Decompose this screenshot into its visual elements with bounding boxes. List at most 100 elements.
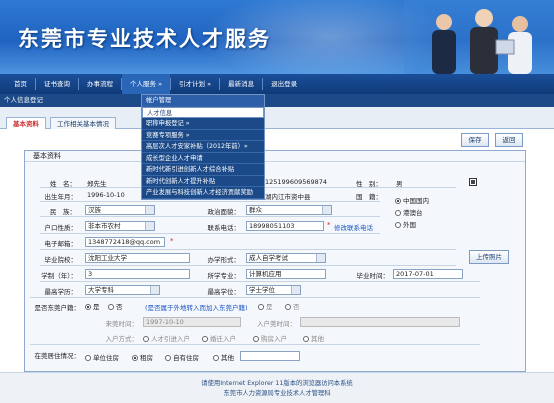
nationality-option-hk[interactable]: 港澳台	[395, 207, 423, 217]
back-button[interactable]: 返回	[495, 133, 523, 147]
banner-people-image	[404, 0, 554, 74]
school-input[interactable]: 沈阳工业大学	[85, 253, 190, 263]
method-label: 入户方式：	[105, 335, 139, 343]
nav-logout[interactable]: 退出登录	[263, 74, 305, 94]
photo-checkbox-icon[interactable]	[469, 178, 477, 186]
phone-label: 联系电话：	[207, 224, 241, 232]
tab-basic-info[interactable]: 基本资料	[6, 117, 46, 129]
nationality-option-china[interactable]: 中国国内	[395, 195, 429, 205]
menu-item-competition[interactable]: 竞赛专项服务 »	[142, 129, 264, 141]
breadcrumb: 个人信息登记	[0, 94, 554, 107]
nav-talent-plan[interactable]: 引才计划 »	[171, 74, 219, 94]
origin-value: 湖内江市资中县	[265, 193, 311, 201]
email-label: 电子邮箱：	[44, 240, 78, 248]
radio-icon	[395, 210, 401, 216]
length-input[interactable]: 3	[85, 269, 190, 279]
edu-label: 最高学历：	[44, 288, 78, 296]
ethnic-select[interactable]: 汉族	[85, 205, 155, 215]
major-input[interactable]: 计算机应用	[246, 269, 326, 279]
degree-select[interactable]: 学士学位	[246, 285, 301, 295]
inner-yes-radio[interactable]: 是	[258, 301, 273, 311]
residence-label: 在莞居住情况：	[34, 352, 81, 360]
hukou-label: 户口性质：	[44, 224, 78, 232]
personal-service-menu: 帐户管理 人才信息 职称申报登记 » 竞赛专项服务 » 高层次人才安家补贴（20…	[141, 94, 265, 200]
upload-photo-button[interactable]: 上传照片	[469, 250, 509, 264]
radio-icon	[213, 355, 219, 361]
phone-input[interactable]: 18998051103	[246, 221, 324, 231]
footer: 请使用Internet Explorer 11版本的浏览器访问本系统 东莞市人力…	[0, 372, 554, 403]
political-select[interactable]: 群众	[246, 205, 332, 215]
hukou-select[interactable]: 非本市农村	[85, 221, 155, 231]
nav-home[interactable]: 首页	[6, 74, 35, 94]
radio-icon	[85, 355, 91, 361]
major-label: 所学专业：	[207, 272, 241, 280]
menu-item-housing-subsidy[interactable]: 高层次人才安家补贴（2012年前）»	[142, 141, 264, 153]
talent-yes-radio[interactable]: 是	[85, 301, 100, 311]
radio-icon	[258, 304, 264, 310]
menu-item-talent-info[interactable]: 人才信息	[142, 106, 264, 118]
menu-item-new-talent-subsidy[interactable]: 新时代新引进创新人才综合补贴	[142, 164, 264, 176]
radio-icon	[165, 355, 171, 361]
birth-label: 出生年月：	[44, 193, 78, 201]
radio-icon	[395, 222, 401, 228]
menu-item-contribution-award[interactable]: 产业发展与科技创新人才经济贡献奖励	[142, 187, 264, 199]
save-button[interactable]: 保存	[461, 133, 489, 147]
radio-icon	[202, 336, 208, 342]
radio-icon	[143, 336, 149, 342]
talent-hint: (是否属于外地转入而加入东莞户籍)	[145, 304, 248, 312]
talent-no-radio[interactable]: 否	[108, 301, 123, 311]
method-option-purchase[interactable]: 购房入户	[253, 333, 287, 343]
radio-icon	[285, 304, 291, 310]
residence-option-rent[interactable]: 租房	[132, 352, 153, 362]
nav-news[interactable]: 最新消息	[220, 74, 262, 94]
ethnic-label: 民 族：	[50, 208, 76, 216]
main-nav: 首页 证书查询 办事流程 个人服务 » 引才计划 » 最新消息 退出登录	[0, 74, 554, 94]
menu-item-account[interactable]: 帐户管理	[142, 95, 264, 107]
site-title: 东莞市专业技术人才服务	[18, 27, 271, 51]
method-option-other[interactable]: 其他	[303, 333, 324, 343]
nav-personal-service[interactable]: 个人服务 »	[122, 74, 171, 94]
tab-work-info[interactable]: 工作相关基本情况	[50, 117, 116, 129]
residence-option-other[interactable]: 其他	[213, 352, 234, 362]
method-option-marriage[interactable]: 婚迁入户	[202, 333, 236, 343]
footer-org: 东莞市人力资源局专业技术人才管理科	[223, 390, 331, 397]
menu-item-growth-enterprise[interactable]: 成长型企业人才申请	[142, 152, 264, 164]
arrive-label: 来莞时间：	[105, 320, 139, 328]
inner-no-radio[interactable]: 否	[285, 301, 300, 311]
menu-item-title-apply[interactable]: 职称申报登记 »	[142, 118, 264, 130]
arrive-input[interactable]: 1997-10-10	[143, 317, 241, 327]
enter-label: 入户莞时间：	[257, 320, 296, 328]
birth-value: 1996-10-10	[87, 191, 125, 199]
id-number-value: 125199609569874	[265, 178, 328, 186]
residence-option-unit[interactable]: 单位住房	[85, 352, 119, 362]
edu-select[interactable]: 大学专科	[85, 285, 160, 295]
radio-icon	[395, 198, 401, 204]
email-input[interactable]: 1348772418@qq.com	[85, 237, 165, 247]
header-banner: 东莞市专业技术人才服务	[0, 0, 554, 74]
radio-icon	[85, 304, 91, 310]
grad-date-input[interactable]: 2017-07-01	[393, 269, 463, 279]
nationality-option-foreign[interactable]: 外国	[395, 219, 416, 229]
required-mark: *	[170, 237, 174, 245]
length-label: 学制（年）：	[41, 272, 77, 280]
political-label: 政治面貌：	[207, 208, 241, 216]
nav-certificate-query[interactable]: 证书查询	[36, 74, 78, 94]
study-form-select[interactable]: 成人自学考试	[246, 253, 326, 263]
section-title: 基本资料	[25, 151, 525, 162]
radio-icon	[253, 336, 259, 342]
nav-process[interactable]: 办事流程	[79, 74, 121, 94]
school-label: 毕业院校：	[44, 256, 78, 264]
residence-other-input[interactable]	[240, 351, 300, 361]
study-form-label: 办学形式：	[207, 256, 241, 264]
enter-input[interactable]	[300, 317, 460, 327]
residence-option-own[interactable]: 自有住房	[165, 352, 199, 362]
edit-phone-link[interactable]: 修改联系电话	[334, 222, 373, 232]
footer-browser-note: 请使用Internet Explorer 11版本的浏览器访问本系统	[201, 380, 353, 387]
menu-item-talent-upgrade[interactable]: 新时代创新人才提升补贴	[142, 175, 264, 187]
grad-label: 毕业时间：	[356, 272, 390, 280]
radio-icon	[303, 336, 309, 342]
required-mark: *	[327, 221, 331, 229]
method-option-talent[interactable]: 人才引进入户	[143, 333, 190, 343]
degree-label: 最高学位：	[207, 288, 241, 296]
talent-label: 是否东莞户籍：	[34, 304, 81, 312]
